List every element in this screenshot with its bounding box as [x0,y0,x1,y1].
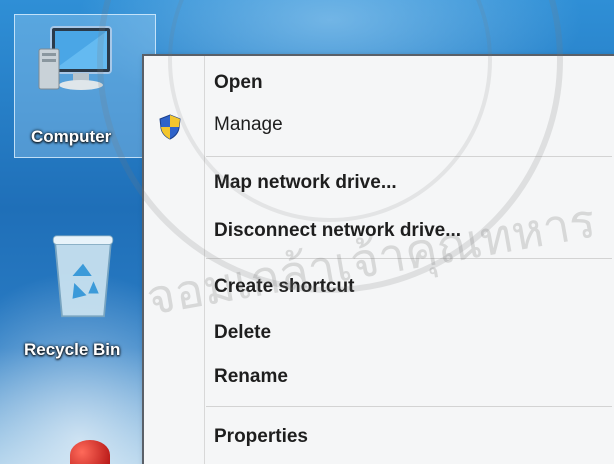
menu-separator [206,258,612,259]
menu-item-create-shortcut[interactable]: Create shortcut [146,268,614,308]
menu-item-map-network-drive[interactable]: Map network drive... [146,164,614,204]
uac-shield-icon [159,114,181,140]
desktop-icon-computer[interactable]: Computer [14,14,156,158]
menu-item-rename[interactable]: Rename [146,358,614,398]
menu-item-open[interactable]: Open [146,64,614,104]
desktop-icon-label: Computer [31,127,112,146]
desktop: Computer Recycle Bin Open Manage Map net… [0,0,614,464]
menu-item-label: Map network drive... [214,172,397,193]
menu-item-label: Rename [214,366,288,387]
recycle-bin-icon [52,235,114,318]
menu-item-label: Properties [214,426,308,447]
menu-item-label: Delete [214,322,272,343]
menu-item-label: Disconnect network drive... [214,220,462,241]
menu-item-delete[interactable]: Delete [146,314,614,354]
desktop-icon-recycle-bin[interactable]: Recycle Bin [14,222,154,382]
menu-item-label: Manage [214,114,283,135]
menu-item-disconnect-network-drive[interactable]: Disconnect network drive... [146,212,614,252]
partial-desktop-icon [70,440,110,464]
desktop-icon-label: Recycle Bin [24,340,121,359]
menu-separator [206,406,612,407]
context-menu: Open Manage Map network drive... Disconn… [142,54,614,464]
menu-item-label: Open [214,72,263,93]
computer-icon [38,26,112,90]
menu-item-manage[interactable]: Manage [146,106,614,146]
menu-item-label: Create shortcut [214,276,355,297]
menu-separator [206,156,612,157]
menu-item-properties[interactable]: Properties [146,418,614,458]
